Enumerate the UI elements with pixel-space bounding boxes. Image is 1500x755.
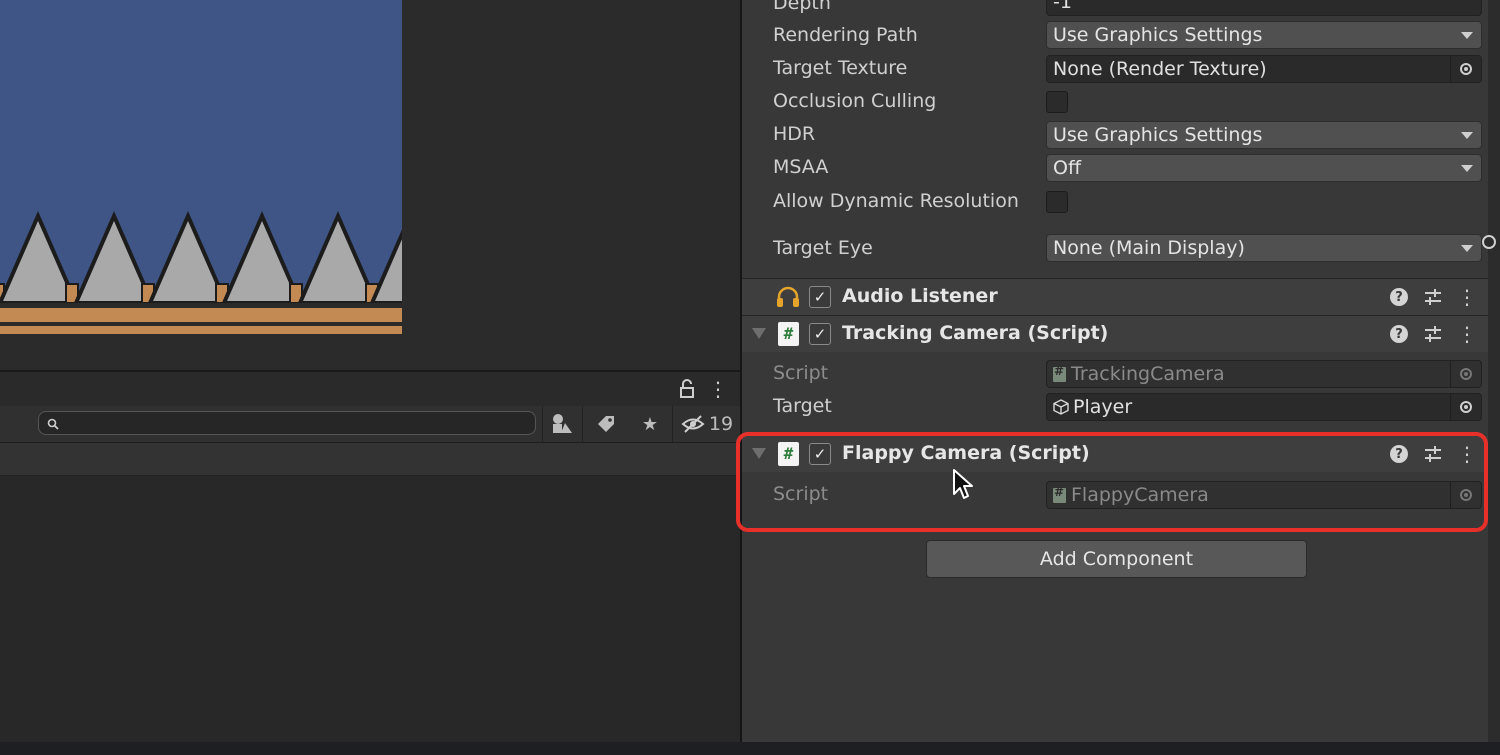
audio-listener-enabled-checkbox[interactable]: ✓ xyxy=(809,286,831,308)
target-texture-field[interactable]: None (Render Texture) xyxy=(1046,55,1482,83)
hidden-eye-button[interactable]: 19 xyxy=(678,406,736,442)
depth-label: Depth xyxy=(773,0,831,14)
game-canvas xyxy=(0,0,402,334)
target-texture-label: Target Texture xyxy=(773,57,908,79)
flappy-script-field[interactable]: FlappyCamera xyxy=(1046,481,1482,509)
hdr-dropdown[interactable]: Use Graphics Settings xyxy=(1046,121,1482,149)
presets-icon[interactable] xyxy=(1422,443,1444,465)
resize-handle-icon[interactable] xyxy=(1482,235,1496,249)
occlusion-culling-label: Occlusion Culling xyxy=(773,90,937,112)
help-icon[interactable]: ? xyxy=(1388,443,1410,465)
target-field[interactable]: Player xyxy=(1046,393,1482,421)
panel-header: ⋮ xyxy=(0,372,740,406)
script-icon xyxy=(1053,485,1066,503)
msaa-dropdown[interactable]: Off xyxy=(1046,154,1482,182)
game-view xyxy=(0,0,740,370)
chevron-down-icon xyxy=(1461,165,1473,172)
hdr-label: HDR xyxy=(773,123,816,145)
depth-field[interactable]: -1 xyxy=(1046,0,1482,16)
headphones-icon xyxy=(776,286,800,312)
object-picker-icon[interactable] xyxy=(1450,394,1481,420)
target-eye-value: None (Main Display) xyxy=(1053,237,1245,259)
object-picker-icon[interactable] xyxy=(1450,56,1481,82)
search-icon xyxy=(47,418,59,430)
list-header-row xyxy=(0,443,740,476)
lower-panel: ⋮ ★ 19 xyxy=(0,370,740,744)
foldout-arrow-icon[interactable] xyxy=(752,448,766,459)
tracking-script-field[interactable]: TrackingCamera xyxy=(1046,360,1482,388)
help-icon[interactable]: ? xyxy=(1388,286,1410,308)
object-picker-icon[interactable] xyxy=(1450,482,1481,508)
depth-value: -1 xyxy=(1053,0,1072,13)
occlusion-culling-checkbox[interactable] xyxy=(1046,91,1068,113)
tracking-camera-header[interactable]: # ✓ Tracking Camera (Script) ? ⋮ xyxy=(742,315,1488,352)
more-vertical-icon[interactable]: ⋮ xyxy=(1456,322,1478,346)
target-eye-dropdown[interactable]: None (Main Display) xyxy=(1046,234,1482,262)
script-icon: # xyxy=(778,322,799,346)
foldout-arrow-icon[interactable] xyxy=(752,328,766,339)
flappy-camera-header[interactable]: # ✓ Flappy Camera (Script) ? ⋮ xyxy=(742,436,1488,472)
tracking-camera-title: Tracking Camera (Script) xyxy=(842,322,1109,344)
rendering-path-dropdown[interactable]: Use Graphics Settings xyxy=(1046,21,1482,49)
allow-dynamic-resolution-label: Allow Dynamic Resolution xyxy=(773,190,1019,212)
help-icon[interactable]: ? xyxy=(1388,323,1410,345)
hdr-value: Use Graphics Settings xyxy=(1053,124,1263,146)
scrollbar-track[interactable] xyxy=(1488,0,1500,742)
presets-icon[interactable] xyxy=(1422,286,1444,308)
target-eye-label: Target Eye xyxy=(773,237,873,259)
flappy-script-label: Script xyxy=(773,483,829,505)
star-icon[interactable]: ★ xyxy=(632,406,668,442)
gameobject-cube-icon xyxy=(1053,399,1069,415)
flappy-script-value: FlappyCamera xyxy=(1071,484,1209,506)
inspector-panel: Depth -1 Rendering Path Use Graphics Set… xyxy=(742,0,1488,742)
object-picker-icon[interactable] xyxy=(1450,361,1481,387)
script-icon: # xyxy=(778,442,799,466)
chevron-down-icon xyxy=(1461,32,1473,39)
more-vertical-icon[interactable]: ⋮ xyxy=(1456,442,1478,466)
mouse-cursor-icon xyxy=(953,469,973,499)
flappy-camera-title: Flappy Camera (Script) xyxy=(842,442,1090,464)
filter-by-type-icon[interactable] xyxy=(544,406,580,442)
flappy-camera-enabled-checkbox[interactable]: ✓ xyxy=(809,443,831,465)
script-icon xyxy=(1053,364,1066,382)
msaa-value: Off xyxy=(1053,157,1082,179)
lock-icon[interactable] xyxy=(678,379,696,403)
allow-dynamic-resolution-checkbox[interactable] xyxy=(1046,191,1068,213)
msaa-label: MSAA xyxy=(773,156,829,178)
tracking-script-label: Script xyxy=(773,362,829,384)
audio-listener-title: Audio Listener xyxy=(842,285,998,307)
search-input[interactable] xyxy=(38,411,536,435)
status-bar xyxy=(0,742,1500,755)
more-vertical-icon[interactable]: ⋮ xyxy=(708,377,728,401)
tracking-script-value: TrackingCamera xyxy=(1071,363,1225,385)
rendering-path-label: Rendering Path xyxy=(773,24,918,46)
target-label: Target xyxy=(773,395,832,417)
presets-icon[interactable] xyxy=(1422,323,1444,345)
tag-icon[interactable] xyxy=(588,406,624,442)
hidden-eye-icon xyxy=(681,415,705,433)
chevron-down-icon xyxy=(1461,132,1473,139)
more-vertical-icon[interactable]: ⋮ xyxy=(1456,285,1478,309)
tracking-camera-enabled-checkbox[interactable]: ✓ xyxy=(809,323,831,345)
target-value: Player xyxy=(1073,396,1133,418)
audio-listener-header[interactable]: ✓ Audio Listener ? ⋮ xyxy=(742,278,1488,315)
target-texture-value: None (Render Texture) xyxy=(1053,58,1267,80)
search-toolbar: ★ 19 xyxy=(0,406,740,443)
hidden-count: 19 xyxy=(708,413,734,435)
add-component-button[interactable]: Add Component xyxy=(926,540,1307,578)
rendering-path-value: Use Graphics Settings xyxy=(1053,24,1263,46)
chevron-down-icon xyxy=(1461,245,1473,252)
